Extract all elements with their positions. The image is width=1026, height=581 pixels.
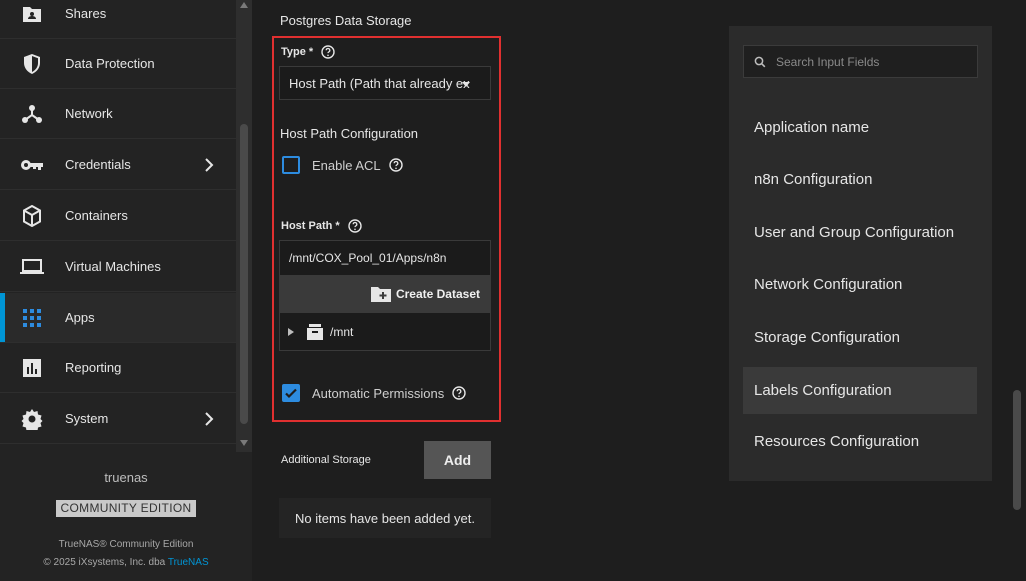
sidebar-item-label: Credentials <box>65 157 131 172</box>
chevron-right-icon <box>205 411 214 426</box>
hostname: truenas <box>104 470 148 485</box>
sidebar: Shares Data Protection Network Credentia… <box>0 0 252 581</box>
enable-acl-label: Enable ACL <box>312 157 381 173</box>
sidebar-scrollbar[interactable] <box>236 0 252 452</box>
type-select-value: Host Path (Path that already ex <box>289 75 470 91</box>
help-icon[interactable] <box>388 158 403 172</box>
auto-permissions-checkbox[interactable] <box>282 384 300 402</box>
sidebar-item-label: Apps <box>65 310 95 325</box>
sidebar-item-system[interactable]: System <box>0 394 236 444</box>
toc-item-user-group-configuration[interactable]: User and Group Configuration <box>743 209 977 256</box>
add-button[interactable]: Add <box>424 441 491 479</box>
sidebar-item-apps[interactable]: Apps <box>0 293 236 343</box>
gear-icon <box>20 407 44 431</box>
host-path-config-title: Host Path Configuration <box>280 126 419 141</box>
toc-item-resources-configuration[interactable]: Resources Configuration <box>743 418 977 465</box>
edition-badge: COMMUNITY EDITION <box>56 500 196 517</box>
toc-item-labels-configuration[interactable]: Labels Configuration <box>743 367 977 414</box>
sidebar-item-credentials[interactable]: Credentials <box>0 140 236 190</box>
sidebar-item-virtual-machines[interactable]: Virtual Machines <box>0 242 236 292</box>
network-icon <box>20 102 44 126</box>
caret-down-icon <box>462 82 470 87</box>
section-title: Postgres Data Storage <box>280 13 412 28</box>
toc-item-storage-configuration[interactable]: Storage Configuration <box>743 314 977 361</box>
section-navigator: Application name n8n Configuration User … <box>729 26 992 481</box>
sidebar-item-containers[interactable]: Containers <box>0 191 236 241</box>
scroll-down-arrow[interactable] <box>240 440 248 446</box>
cube-icon <box>20 204 44 228</box>
toc-item-network-configuration[interactable]: Network Configuration <box>743 261 977 308</box>
expand-arrow-icon[interactable] <box>288 327 294 336</box>
sidebar-item-label: Data Protection <box>65 56 155 71</box>
toc-item-application-name[interactable]: Application name <box>743 104 977 151</box>
directory-tree: /mnt <box>279 313 491 351</box>
sidebar-item-label: Virtual Machines <box>65 259 161 274</box>
scrollbar-thumb[interactable] <box>240 124 248 424</box>
sidebar-item-label: Network <box>65 106 113 121</box>
toc-item-n8n-configuration[interactable]: n8n Configuration <box>743 156 977 203</box>
empty-list-message: No items have been added yet. <box>279 498 491 538</box>
main-content: Postgres Data Storage Type * Host Path (… <box>252 0 1026 581</box>
chevron-right-icon <box>205 157 214 172</box>
sidebar-item-reporting[interactable]: Reporting <box>0 343 236 393</box>
tree-root-label[interactable]: /mnt <box>330 325 353 339</box>
footer-copyright: © 2025 iXsystems, Inc. dba TrueNAS <box>0 557 252 568</box>
sidebar-item-label: Containers <box>65 208 128 223</box>
auto-permissions-row[interactable]: Automatic Permissions <box>282 384 466 402</box>
type-label: Type * <box>281 45 335 59</box>
sidebar-item-network[interactable]: Network <box>0 89 236 139</box>
folder-share-icon <box>20 2 44 26</box>
sidebar-item-label: Shares <box>65 6 107 21</box>
sidebar-item-shares[interactable]: Shares <box>0 0 236 39</box>
footer-edition: TrueNAS® Community Edition <box>58 539 194 550</box>
search-input[interactable] <box>776 54 966 69</box>
apps-grid-icon <box>20 306 44 330</box>
additional-storage-label: Additional Storage <box>281 454 371 466</box>
search-field[interactable] <box>743 45 978 78</box>
sidebar-item-label: System <box>65 411 109 426</box>
sidebar-item-label: Reporting <box>65 360 122 375</box>
truenas-link[interactable]: TrueNAS <box>168 557 209 568</box>
sidebar-item-data-protection[interactable]: Data Protection <box>0 39 236 89</box>
type-select[interactable]: Host Path (Path that already ex <box>279 66 491 100</box>
folder-plus-icon <box>370 287 391 302</box>
main-scrollbar-thumb[interactable] <box>1013 390 1021 510</box>
enable-acl-checkbox[interactable] <box>282 156 300 174</box>
key-icon <box>20 153 44 177</box>
search-icon <box>754 56 766 67</box>
scroll-up-arrow[interactable] <box>240 2 248 8</box>
host-path-input[interactable]: /mnt/COX_Pool_01/Apps/n8n <box>279 240 491 275</box>
laptop-icon <box>20 255 44 279</box>
help-icon[interactable] <box>321 45 335 59</box>
check-icon <box>285 388 297 399</box>
create-dataset-button[interactable]: Create Dataset <box>279 275 491 313</box>
storage-box-icon <box>307 323 323 340</box>
copyright-text: © 2025 iXsystems, Inc. dba <box>43 557 166 568</box>
help-icon[interactable] <box>347 219 362 233</box>
host-path-label-text: Host Path * <box>281 220 340 232</box>
chart-icon <box>20 356 44 380</box>
shield-icon <box>20 52 44 76</box>
type-label-text: Type * <box>281 46 314 58</box>
create-dataset-label: Create Dataset <box>395 287 480 301</box>
host-path-label: Host Path * <box>281 219 362 233</box>
help-icon[interactable] <box>452 386 466 400</box>
auto-permissions-label: Automatic Permissions <box>312 385 445 401</box>
enable-acl-row[interactable]: Enable ACL <box>282 156 403 174</box>
